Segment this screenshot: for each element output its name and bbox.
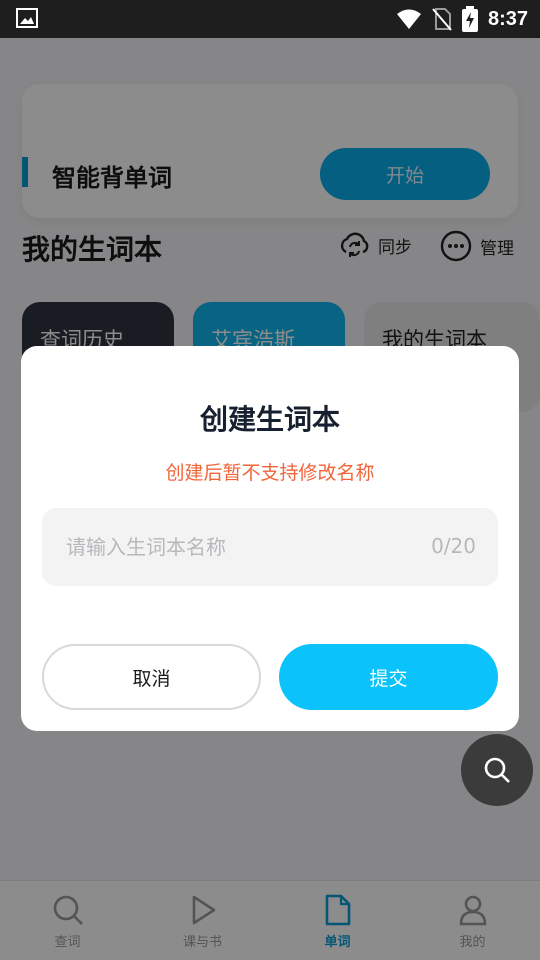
search-icon [484, 757, 510, 783]
name-input-container: 0/20 [42, 508, 498, 586]
floating-search-button[interactable] [461, 734, 533, 806]
dialog-title: 创建生词本 [199, 403, 340, 436]
cancel-button[interactable]: 取消 [42, 644, 261, 710]
char-counter: 0/20 [431, 534, 476, 558]
wifi-icon [396, 9, 421, 29]
create-wordbook-dialog: 创建生词本 创建后暂不支持修改名称 0/20 取消 提交 [21, 346, 519, 731]
dialog-warning: 创建后暂不支持修改名称 [165, 462, 375, 484]
no-sim-icon [432, 8, 452, 31]
battery-charging-icon [461, 6, 478, 32]
image-icon [16, 8, 38, 28]
status-bar: 8:37 [0, 0, 540, 38]
wordbook-name-input[interactable] [66, 528, 406, 566]
clock: 8:37 [487, 7, 528, 30]
submit-button[interactable]: 提交 [279, 644, 498, 710]
